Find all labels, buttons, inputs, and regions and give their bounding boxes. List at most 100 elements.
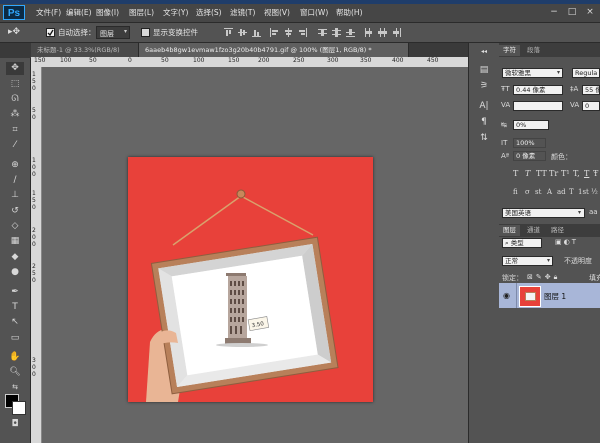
strikethrough-button[interactable]: Ŧ xyxy=(593,169,598,178)
stylistic-alt-button[interactable]: ad xyxy=(557,188,566,196)
eraser-tool-icon[interactable]: ◇ xyxy=(6,220,24,233)
align-hcenter-icon[interactable] xyxy=(284,28,293,37)
language-dropdown[interactable]: 美国英语 xyxy=(502,208,585,218)
tab-channels[interactable]: 通道 xyxy=(523,225,544,236)
menu-filter[interactable]: 滤镜(T) xyxy=(230,4,255,22)
kerning-field[interactable] xyxy=(513,101,563,111)
dodge-tool-icon[interactable]: ● xyxy=(6,266,24,279)
tab-layers[interactable]: 图层 xyxy=(499,225,520,236)
align-vcenter-icon[interactable] xyxy=(238,28,247,37)
fractions-button[interactable]: ½ xyxy=(591,188,598,196)
history-brush-tool-icon[interactable]: ↺ xyxy=(6,205,24,218)
menu-file[interactable]: 文件(F) xyxy=(36,4,61,22)
shape-tool-icon[interactable]: ▭ xyxy=(6,332,24,345)
layer-filter-icons[interactable]: ▣◐T xyxy=(555,238,578,246)
distribute-bottom-icon[interactable] xyxy=(346,28,355,37)
quick-mask-icon[interactable]: ◘ xyxy=(6,418,24,431)
type-tool-icon[interactable]: T xyxy=(6,301,24,314)
distribute-top-icon[interactable] xyxy=(318,28,327,37)
minimize-button[interactable]: − xyxy=(546,5,562,20)
ordinals-button[interactable]: 1st xyxy=(578,188,589,196)
collapse-icon[interactable]: ◂◂ xyxy=(477,48,491,60)
history-panel-icon[interactable]: ▤ xyxy=(477,65,491,77)
zoom-tool-icon[interactable]: 🔍︎ xyxy=(6,366,24,379)
path-select-tool-icon[interactable]: ↖ xyxy=(6,316,24,329)
eyedropper-tool-icon[interactable]: ⁄ xyxy=(6,139,24,152)
distribute-right-icon[interactable] xyxy=(392,28,401,37)
character-panel-icon[interactable]: A| xyxy=(477,101,491,113)
spot-heal-tool-icon[interactable]: ⊕ xyxy=(6,159,24,172)
titling-button[interactable]: T xyxy=(569,188,574,196)
clone-stamp-tool-icon[interactable]: ⊥ xyxy=(6,189,24,202)
hand-tool-icon[interactable]: ✋ xyxy=(6,351,24,364)
leading-field[interactable]: 55 像 xyxy=(582,85,600,95)
tracking-field[interactable]: 0 xyxy=(582,101,600,111)
subscript-button[interactable]: T, xyxy=(573,169,580,178)
lasso-tool-icon[interactable]: ᘏ xyxy=(6,93,24,106)
menu-type[interactable]: 文字(Y) xyxy=(163,4,188,22)
swap-colors-icon[interactable]: ⇆ xyxy=(6,381,24,394)
tab-paths[interactable]: 路径 xyxy=(547,225,568,236)
show-transform-checkbox[interactable] xyxy=(141,28,150,37)
faux-bold-button[interactable]: T xyxy=(513,169,518,178)
auto-select-dropdown[interactable]: 图层 ▾ xyxy=(96,26,130,39)
all-caps-button[interactable]: TT xyxy=(536,169,547,178)
swash-button[interactable]: A xyxy=(547,188,552,196)
close-button[interactable]: × xyxy=(582,5,598,20)
maximize-button[interactable]: □ xyxy=(564,5,580,20)
lock-icons[interactable]: ⊠✎✥🔒︎ xyxy=(527,273,560,282)
align-bottom-icon[interactable] xyxy=(252,28,261,37)
menu-view[interactable]: 视图(V) xyxy=(264,4,290,22)
background-color-swatch[interactable] xyxy=(12,401,26,415)
font-size-field[interactable]: 0.44 像素 xyxy=(513,85,563,95)
align-top-icon[interactable] xyxy=(224,28,233,37)
antialias-label[interactable]: aa xyxy=(589,208,598,216)
pen-tool-icon[interactable]: ✒ xyxy=(6,286,24,299)
menu-select[interactable]: 选择(S) xyxy=(196,4,222,22)
menu-help[interactable]: 帮助(H) xyxy=(336,4,363,22)
move-tool-icon[interactable]: ✥ xyxy=(6,62,24,75)
marquee-tool-icon[interactable]: ⬚ xyxy=(6,78,24,91)
blur-tool-icon[interactable]: ◆ xyxy=(6,251,24,264)
menu-layer[interactable]: 图层(L) xyxy=(129,4,154,22)
menu-image[interactable]: 图像(I) xyxy=(96,4,119,22)
tab-character[interactable]: 字符 xyxy=(499,45,520,56)
document-canvas[interactable]: 3.50 xyxy=(128,157,373,402)
old-style-button[interactable]: σ xyxy=(525,188,530,196)
distribute-vcenter-icon[interactable] xyxy=(332,28,341,37)
menu-edit[interactable]: 编辑(E) xyxy=(66,4,92,22)
ligature-button[interactable]: fi xyxy=(513,188,518,196)
eye-icon[interactable]: ◉ xyxy=(503,291,513,300)
scale-field[interactable]: 0% xyxy=(513,120,549,130)
vertical-scale-field[interactable]: 100% xyxy=(513,138,546,148)
crop-tool-icon[interactable]: ⌗ xyxy=(6,124,24,137)
distribute-hcenter-icon[interactable] xyxy=(378,28,387,37)
quick-select-tool-icon[interactable]: ⁂ xyxy=(6,108,24,121)
adjustments-icon[interactable]: ⇅ xyxy=(477,133,491,145)
baseline-shift-field[interactable]: 0 像素 xyxy=(513,151,546,161)
small-caps-button[interactable]: Tr xyxy=(549,169,558,178)
font-family-field[interactable]: 微软雅黑 xyxy=(502,68,563,78)
font-style-field[interactable]: Regula xyxy=(572,68,600,78)
menu-window[interactable]: 窗口(W) xyxy=(300,4,328,22)
move-tool-preset-icon[interactable]: ▸✥ xyxy=(8,26,30,39)
text-color-swatch[interactable] xyxy=(577,151,600,160)
tab-untitled[interactable]: 未标题-1 @ 33.3%(RGB/8) xyxy=(31,43,139,57)
underline-button[interactable]: T xyxy=(584,169,589,178)
blend-mode-dropdown[interactable]: 正常 xyxy=(502,256,553,266)
paragraph-panel-icon[interactable]: ¶ xyxy=(477,117,491,129)
distribute-left-icon[interactable] xyxy=(364,28,373,37)
tab-gif-document[interactable]: 6aaeb4b8gw1evmaw1fzo3g20b40b4791.gif @ 1… xyxy=(139,43,409,57)
gradient-tool-icon[interactable]: ▦ xyxy=(6,235,24,248)
properties-panel-icon[interactable]: ⚞ xyxy=(477,81,491,93)
layer-row[interactable]: ◉ 图层 1 xyxy=(499,283,600,308)
faux-italic-button[interactable]: T xyxy=(525,169,530,178)
align-right-icon[interactable] xyxy=(298,28,307,37)
brush-tool-icon[interactable]: ∕ xyxy=(6,174,24,187)
tab-paragraph[interactable]: 段落 xyxy=(523,45,544,56)
auto-select-checkbox[interactable] xyxy=(46,28,55,37)
layer-filter-dropdown[interactable]: ⌕ 类型 xyxy=(502,238,542,248)
align-left-icon[interactable] xyxy=(270,28,279,37)
discretionary-ligature-button[interactable]: st xyxy=(535,188,541,196)
superscript-button[interactable]: T¹ xyxy=(561,169,570,178)
